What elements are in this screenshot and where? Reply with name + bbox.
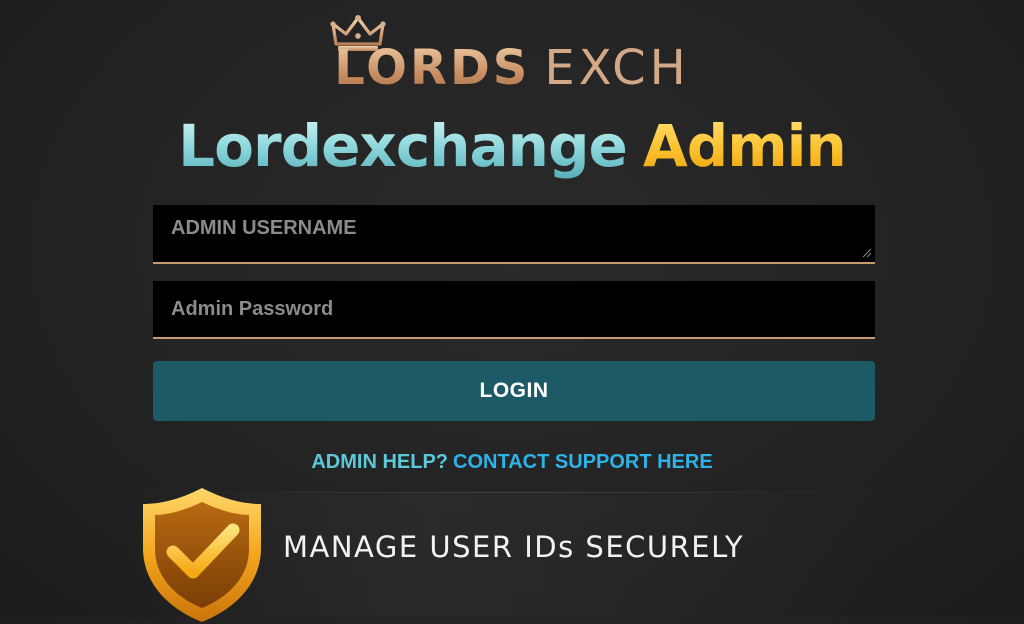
contact-support-link[interactable]: CONTACT SUPPORT HERE [453, 451, 713, 473]
shield-check-icon [143, 488, 261, 622]
brand-wordmark: LORDS EXCH [0, 40, 1024, 97]
admin-login-page: LORDSEXCH LordexchangeAdmin LOGIN ADMIN … [0, 0, 1024, 622]
admin-help: ADMIN HELP? CONTACT SUPPORT HERE [0, 450, 1024, 474]
admin-password-input[interactable] [153, 281, 875, 339]
brand-exch-text: EXCH [544, 40, 690, 96]
resize-grip-icon[interactable] [862, 248, 872, 258]
brand-lords-text: LORDS [334, 40, 531, 96]
brand-logo: LORDS EXCH [0, 12, 1024, 96]
page-title: Lordexchange Admin [0, 108, 1024, 184]
admin-username-input[interactable] [153, 205, 875, 264]
page-title-main: Lordexchange [178, 112, 628, 180]
page-title-accent: Admin [642, 112, 847, 180]
login-button[interactable]: LOGIN [153, 361, 875, 421]
admin-help-label: ADMIN HELP? [311, 451, 449, 473]
feature-text: MANAGE USER IDs SECURELY [283, 530, 745, 564]
